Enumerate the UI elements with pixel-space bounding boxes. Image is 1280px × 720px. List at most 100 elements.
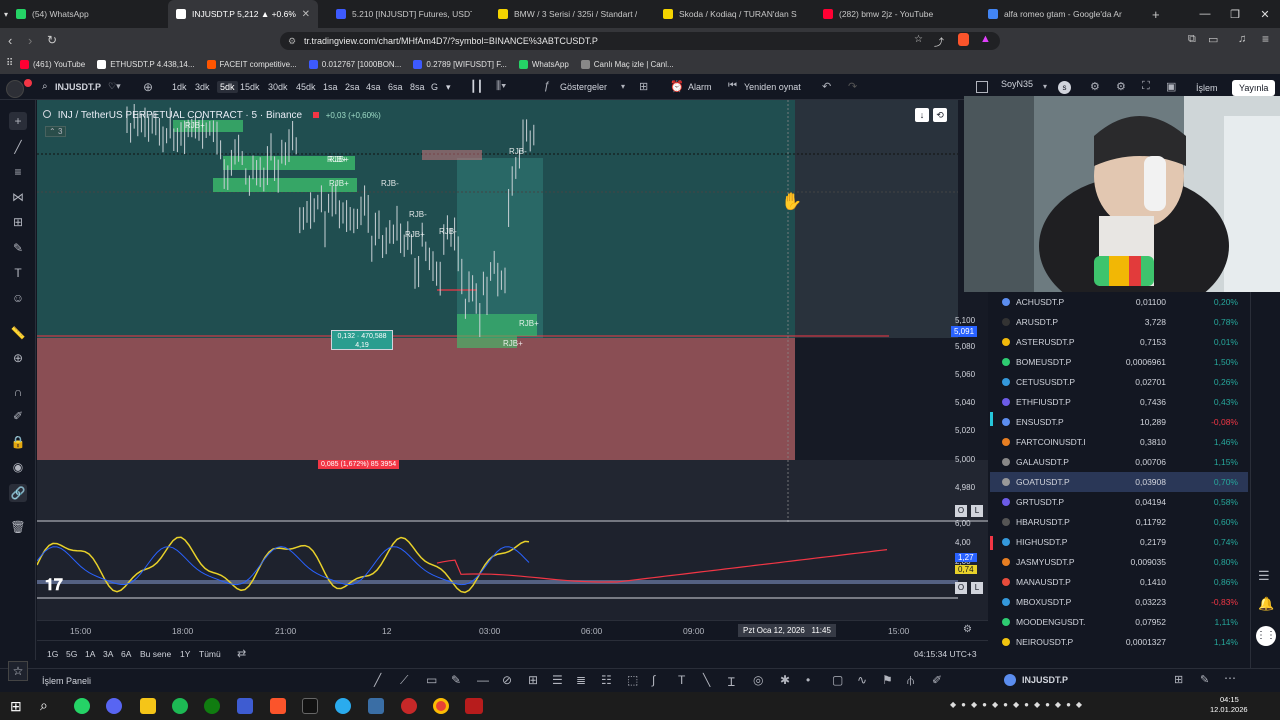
- tray-icons[interactable]: ◆●◆●◆●◆●◆●◆●◆: [950, 700, 1087, 709]
- link-icon[interactable]: 🔗: [9, 484, 27, 502]
- brave-icon[interactable]: [270, 698, 286, 714]
- pattern-icon[interactable]: ⋈: [9, 188, 27, 206]
- path-tool-icon[interactable]: ⟋: [400, 673, 408, 688]
- indicators-icon[interactable]: ƒ: [544, 80, 550, 92]
- avatar[interactable]: [6, 80, 24, 98]
- fib-icon[interactable]: ≡: [9, 163, 27, 181]
- brave-rewards-icon[interactable]: ▲: [980, 33, 991, 45]
- anchor-icon[interactable]: ⊘: [502, 673, 512, 687]
- watchlist-row[interactable]: MOODENGUSDT. 0,07952 1,11%: [990, 612, 1248, 632]
- bookmark-item[interactable]: Canlı Maç izle | Canl...: [580, 59, 674, 69]
- oscillator-axis[interactable]: 6,004,002,00 1,27 0,74: [949, 519, 988, 620]
- text-tool-icon[interactable]: T: [678, 673, 685, 687]
- brush-icon[interactable]: ✎: [9, 239, 27, 257]
- interval-15dk[interactable]: 15dk: [240, 82, 260, 92]
- watchlist-row[interactable]: MBOXUSDT.P 0,03223 -0,83%: [990, 592, 1248, 612]
- browser-tab[interactable]: 5.210 [INJUSDT] Futures, USDT-Marg…: [328, 0, 480, 28]
- wallet-icon[interactable]: ▭: [1208, 33, 1218, 46]
- watchlist-row[interactable]: FARTCOINUSDT.I 0,3810 1,46%: [990, 432, 1248, 452]
- interval-3dk[interactable]: 3dk: [195, 82, 210, 92]
- zoom-icon[interactable]: ⊕: [9, 349, 27, 367]
- ray-icon[interactable]: ╲: [703, 673, 710, 687]
- layouts-icon[interactable]: ⊞: [639, 80, 648, 93]
- osc-auto-scale-o-button[interactable]: O: [955, 582, 967, 594]
- stop-info-box[interactable]: 0,085 (1,672%) 85 3954: [318, 460, 400, 469]
- visibility-icon[interactable]: ◉: [9, 458, 27, 476]
- osc-log-scale-l-button[interactable]: L: [971, 582, 983, 594]
- range-button[interactable]: 1Y: [180, 649, 190, 659]
- brush2-icon[interactable]: ✐: [932, 673, 942, 687]
- taskbar-date[interactable]: 12.01.2026: [1210, 705, 1248, 714]
- chart-pane[interactable]: RJB+ RJB+ RJB+ RJB- RJB- RJB+ RJB- RJB- RJB+ RJB+…: [37, 100, 988, 620]
- menu-icon[interactable]: ≡: [1262, 32, 1269, 46]
- calculator-icon[interactable]: [368, 698, 384, 714]
- bookmark-item[interactable]: ETHUSDT.P 4.438,14...: [97, 59, 195, 69]
- telegram-icon[interactable]: [335, 698, 351, 714]
- watch-more-icon[interactable]: ⋯: [1224, 671, 1236, 685]
- goto-date-icon[interactable]: ⇄: [237, 647, 246, 660]
- trading-panel-tab[interactable]: İşlem Paneli: [42, 676, 91, 686]
- taskbar-time[interactable]: 04:15: [1220, 695, 1239, 704]
- bookmark-item[interactable]: WhatsApp: [518, 59, 569, 69]
- voicemeeter-icon[interactable]: [465, 698, 483, 714]
- flag-icon[interactable]: ⚑: [882, 673, 893, 687]
- watchlist-row[interactable]: CETUSUSDT.P 0,02701 0,26%: [990, 372, 1248, 392]
- interval-45dk[interactable]: 45dk: [296, 82, 316, 92]
- redo-icon[interactable]: ↷: [848, 80, 857, 93]
- interval-dropdown-icon[interactable]: ▾: [446, 82, 451, 93]
- tab-search-icon[interactable]: ▾: [0, 0, 12, 28]
- trade-button[interactable]: İşlem: [1196, 83, 1218, 93]
- favorite-star-icon[interactable]: ☆: [8, 661, 28, 681]
- watchlist-row[interactable]: ETHFIUSDT.P 0,7436 0,43%: [990, 392, 1248, 412]
- alarm-icon[interactable]: ⏰: [670, 80, 684, 93]
- bookmark-item[interactable]: 0.2789 [WIFUSDT] F...: [413, 59, 507, 69]
- range-button[interactable]: 3A: [103, 649, 113, 659]
- trash-icon[interactable]: 🗑: [9, 518, 27, 536]
- indicators-dropdown-icon[interactable]: ▾: [621, 82, 625, 91]
- emoji-icon[interactable]: ☺: [9, 289, 27, 307]
- line-tool-icon[interactable]: ╱: [374, 673, 381, 687]
- apps-dots-icon[interactable]: ⋮⋮: [1256, 626, 1276, 646]
- frame-icon[interactable]: ⬚: [627, 673, 638, 687]
- files-icon[interactable]: [140, 698, 156, 714]
- interval-8sa[interactable]: 8sa: [410, 82, 425, 92]
- wave-icon[interactable]: ∿: [857, 673, 867, 687]
- undo-icon[interactable]: ↶: [822, 80, 831, 93]
- watchlist-current-symbol[interactable]: INJUSDT.P: [1022, 675, 1068, 685]
- layout-square-icon[interactable]: [976, 81, 988, 93]
- watchlist-row[interactable]: BOMEUSDT.P 0,0006961 1,50%: [990, 352, 1248, 372]
- watchlist-row[interactable]: ENSUSDT.P 10,289 -0,08%: [990, 412, 1248, 432]
- camera-icon[interactable]: ▣: [1166, 80, 1176, 93]
- position-info-box[interactable]: 0,132 · 470,588 4,19: [331, 330, 393, 350]
- watchlist-row[interactable]: ASTERUSDT.P 0,7153 0,01%: [990, 332, 1248, 352]
- legend-title[interactable]: INJ / TetherUS PERPETUAL CONTRACT · 5 · …: [58, 110, 302, 121]
- interval-5dk[interactable]: 5dk: [217, 81, 238, 93]
- compare-add-icon[interactable]: ⊕: [143, 80, 153, 94]
- watchlist-row[interactable]: GOATUSDT.P 0,03908 0,70%: [990, 472, 1248, 492]
- range-button[interactable]: 1G: [47, 649, 58, 659]
- extensions-icon[interactable]: ⧉: [1188, 33, 1196, 46]
- range-button[interactable]: 6A: [121, 649, 131, 659]
- draw-mode-icon[interactable]: ✐: [9, 407, 27, 425]
- chart-type-icon[interactable]: ⫼▾: [496, 80, 506, 93]
- cursor-text-icon[interactable]: Ɪ: [728, 673, 735, 690]
- settings-gear-icon[interactable]: ⚙: [1090, 80, 1100, 93]
- browser-tab[interactable]: (282) bmw 2jz - YouTube: [815, 0, 970, 28]
- new-tab-button[interactable]: +: [1144, 0, 1168, 28]
- browser-tab[interactable]: Skoda / Kodiaq / TURAN'dan SADEC…: [655, 0, 805, 28]
- windows-start-icon[interactable]: ⊞: [10, 698, 22, 715]
- curve-icon[interactable]: ∫: [652, 673, 655, 687]
- scroll-down-icon[interactable]: ↓: [915, 108, 929, 122]
- reload-icon[interactable]: ↻: [47, 33, 57, 47]
- publish-button[interactable]: Yayınla: [1232, 80, 1276, 96]
- watchlist-row[interactable]: JASMYUSDT.P 0,009035 0,80%: [990, 552, 1248, 572]
- text-icon[interactable]: T: [9, 264, 27, 282]
- prediction-icon[interactable]: ⊞: [9, 213, 27, 231]
- close-window-icon[interactable]: ✕: [1250, 0, 1280, 28]
- forward-icon[interactable]: ›: [28, 33, 32, 48]
- time-axis-settings-icon[interactable]: ⚙: [963, 624, 972, 635]
- log-scale-l-button[interactable]: L: [971, 505, 983, 517]
- symbol-search-icon[interactable]: ⌕: [42, 81, 48, 92]
- chart-canvas[interactable]: RJB+ RJB+ RJB+ RJB- RJB- RJB+ RJB- RJB- RJB+ RJB+…: [37, 100, 988, 620]
- user-layout-name[interactable]: SoyN35: [1001, 79, 1033, 89]
